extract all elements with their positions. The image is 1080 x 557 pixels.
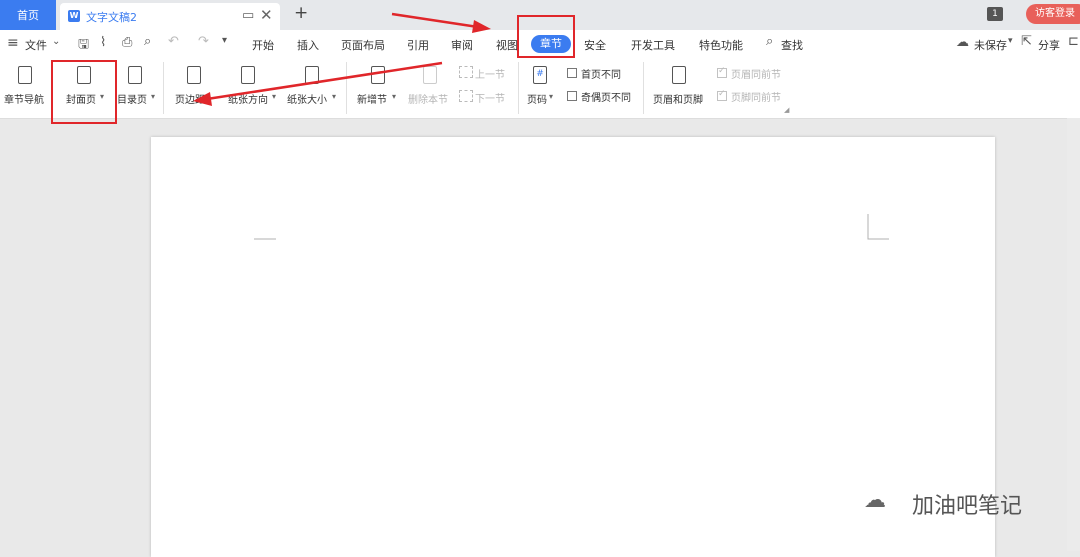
watermark: ☁ 加油吧笔记 — [864, 488, 1023, 520]
annotation-arrows — [193, 12, 491, 106]
wechat-icon: ☁ — [864, 488, 886, 513]
arrowhead-icon — [472, 20, 491, 33]
watermark-text: 加油吧笔记 — [912, 494, 1023, 519]
annotation-arrow-to-cover — [206, 61, 443, 101]
arrowhead-icon — [193, 92, 212, 106]
annotation-arrow-to-chapter — [391, 12, 479, 29]
